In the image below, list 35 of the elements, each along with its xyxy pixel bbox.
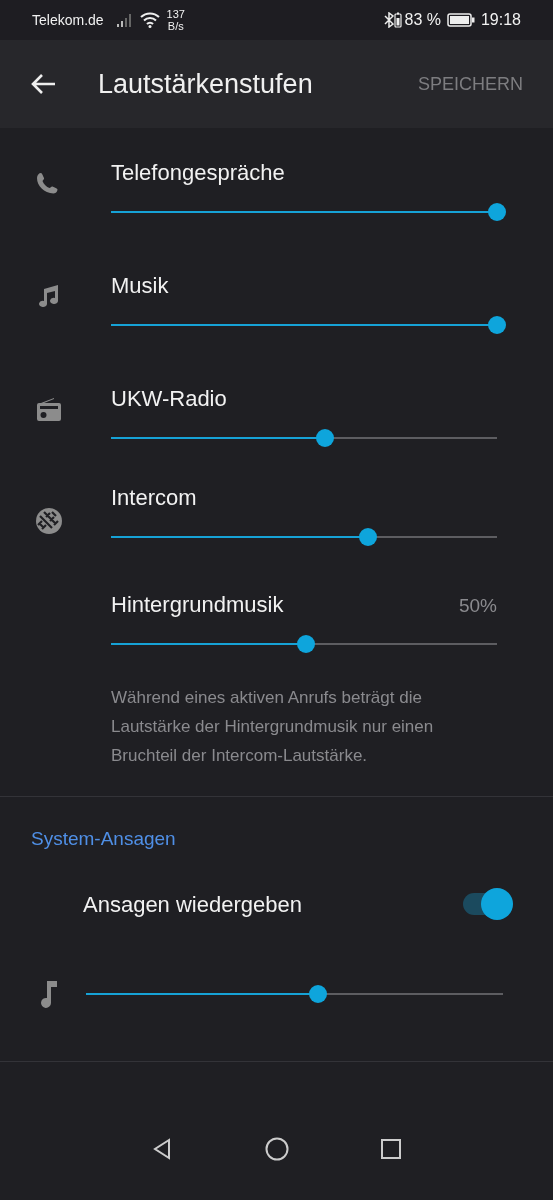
toggle-switch[interactable] bbox=[463, 888, 513, 920]
slider-thumb[interactable] bbox=[316, 429, 335, 447]
toggle-label: Ansagen wiedergeben bbox=[83, 890, 302, 919]
woven-ball-icon bbox=[33, 505, 64, 536]
wifi-icon bbox=[139, 12, 160, 28]
slider-thumb[interactable] bbox=[358, 528, 377, 546]
slider-thumb[interactable] bbox=[488, 203, 506, 221]
battery-percent: 83 % bbox=[404, 10, 441, 30]
screen-title: Lautstärkenstufen bbox=[98, 67, 313, 101]
nav-home-button[interactable] bbox=[264, 1136, 289, 1161]
network-speed-unit: B/s bbox=[166, 20, 185, 32]
signal-icon bbox=[115, 13, 134, 27]
recents-icon bbox=[378, 1136, 403, 1161]
back-arrow-icon bbox=[30, 73, 56, 95]
bluetooth-icon bbox=[384, 12, 395, 28]
slider-thumb[interactable] bbox=[488, 316, 506, 334]
slider-label: UKW-Radio bbox=[111, 385, 227, 413]
network-speed: 137 bbox=[166, 8, 185, 20]
nav-recents-button[interactable] bbox=[378, 1136, 403, 1161]
slider-label: Hintergrundmusik bbox=[111, 591, 284, 619]
slider-thumb[interactable] bbox=[296, 635, 315, 653]
save-button[interactable]: SPEICHERN bbox=[417, 70, 523, 98]
home-icon bbox=[264, 1136, 289, 1161]
slider-label: Telefongespräche bbox=[111, 159, 285, 187]
battery-icon bbox=[394, 12, 403, 28]
back-button[interactable] bbox=[30, 73, 56, 95]
slider-label: Intercom bbox=[111, 484, 197, 512]
battery-icon bbox=[446, 13, 475, 27]
slider-thumb[interactable] bbox=[308, 984, 327, 1003]
section-heading: System-Ansagen bbox=[30, 827, 177, 851]
info-text: Während eines aktiven Anrufs beträgt die Lautstärke der Hintergrundmusik nur einen Bruchteil der Intercom-Lautstärke. bbox=[110, 687, 435, 767]
percent-reading: 50% bbox=[458, 594, 497, 618]
carrier-name: Telekom.de bbox=[32, 10, 104, 30]
clock: 19:18 bbox=[480, 10, 521, 30]
slider-label: Musik bbox=[111, 272, 169, 300]
